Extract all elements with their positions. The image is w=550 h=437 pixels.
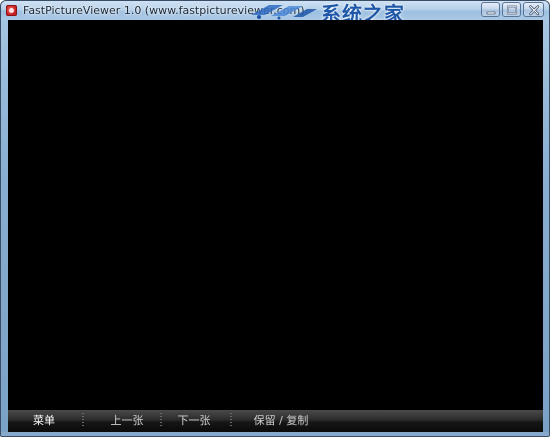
title-bar[interactable]: FastPictureViewer 1.0 (www.fastpicturevi… bbox=[1, 1, 549, 26]
watermark-graphic bbox=[251, 5, 317, 20]
maximize-button[interactable] bbox=[502, 2, 521, 17]
toolbar-separator bbox=[160, 413, 162, 428]
window-controls bbox=[479, 2, 544, 18]
close-icon bbox=[529, 5, 540, 16]
next-button[interactable]: 下一张 bbox=[171, 410, 217, 432]
keep-copy-button[interactable]: 保留 / 复制 bbox=[244, 410, 318, 432]
window-bottom-border bbox=[1, 432, 549, 436]
toolbar-separator bbox=[82, 413, 84, 428]
minimize-button[interactable] bbox=[481, 2, 500, 17]
toolbar-separator bbox=[230, 413, 232, 428]
bottom-toolbar: 菜单 上一张 下一张 保留 / 复制 bbox=[8, 410, 543, 432]
minimize-icon bbox=[486, 11, 496, 15]
menu-button[interactable]: 菜单 bbox=[26, 410, 62, 432]
image-viewport[interactable] bbox=[8, 20, 543, 410]
maximize-icon bbox=[507, 5, 517, 15]
app-window: FastPictureViewer 1.0 (www.fastpicturevi… bbox=[0, 0, 550, 437]
previous-button[interactable]: 上一张 bbox=[104, 410, 150, 432]
close-button[interactable] bbox=[523, 2, 544, 17]
app-icon[interactable] bbox=[6, 5, 17, 16]
